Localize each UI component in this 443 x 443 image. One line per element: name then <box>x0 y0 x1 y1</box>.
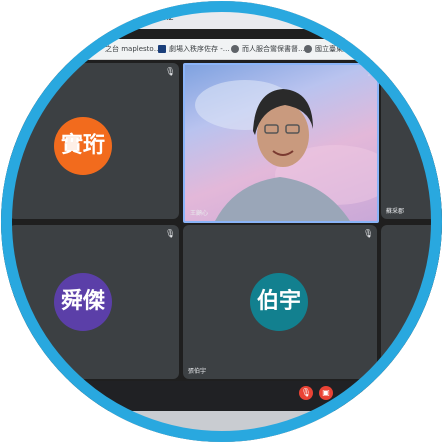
bookmark-item[interactable]: 而人服合鸞保書督… <box>231 42 305 56</box>
url-bar[interactable]: …dut-wkz <box>129 1 174 29</box>
meet-screenshot: …dut-wkz 之台 maplesto… 劇場入秩序佐存 -… 而人服合鸞保書… <box>1 1 442 442</box>
bookmark-label: 而人服合鸞保書督… <box>242 45 305 53</box>
bookmark-label: 之台 maplesto… <box>105 45 161 53</box>
participant-tile[interactable]: 🎙 舜傑 <box>9 225 179 379</box>
avatar: 實珩 <box>54 117 112 175</box>
mic-off-icon: 🎙 <box>363 229 374 238</box>
globe-icon <box>304 45 312 53</box>
device-bezel <box>1 411 442 442</box>
bookmark-item[interactable]: 之台 maplesto… <box>105 42 161 56</box>
camera-toggle-button[interactable]: ▣ <box>319 386 333 400</box>
browser-tab-strip: …dut-wkz <box>1 1 442 29</box>
participant-name: 蘇采郡 <box>386 208 405 215</box>
participant-name: 張伯宇 <box>188 368 207 375</box>
app-icon <box>158 45 166 53</box>
bookmark-label: 國立臺東大… <box>315 45 357 53</box>
avatar: 舜傑 <box>54 273 112 331</box>
bookmark-item[interactable]: 國立臺東大… <box>304 42 357 56</box>
participant-tile[interactable]: 蘇采郡 <box>381 63 442 219</box>
participant-video <box>195 80 377 221</box>
bookmark-label: 劇場入秩序佐存 -… <box>169 45 230 53</box>
mic-off-icon: 🎙 <box>165 229 176 238</box>
participant-video-tile[interactable]: ⋮ 王顧心 <box>183 63 379 223</box>
globe-icon <box>231 45 239 53</box>
participant-tile[interactable]: 🎙 實珩 <box>9 63 179 219</box>
mic-toggle-button[interactable]: 🎙 <box>299 386 313 400</box>
avatar: 伯宇 <box>250 273 308 331</box>
audio-level-icon: ⋮ <box>365 68 373 77</box>
participant-name: 王顧心 <box>190 210 209 217</box>
meeting-controls-bar <box>1 381 442 411</box>
participant-tile[interactable]: 🎙 伯宇 張伯宇 <box>183 225 377 379</box>
mic-off-icon: 🎙 <box>165 67 176 76</box>
bookmarks-bar: 之台 maplesto… 劇場入秩序佐存 -… 而人服合鸞保書督… 國立臺東大… <box>1 39 442 60</box>
bookmark-item[interactable]: 劇場入秩序佐存 -… <box>158 42 230 56</box>
participant-tile[interactable] <box>381 225 442 379</box>
